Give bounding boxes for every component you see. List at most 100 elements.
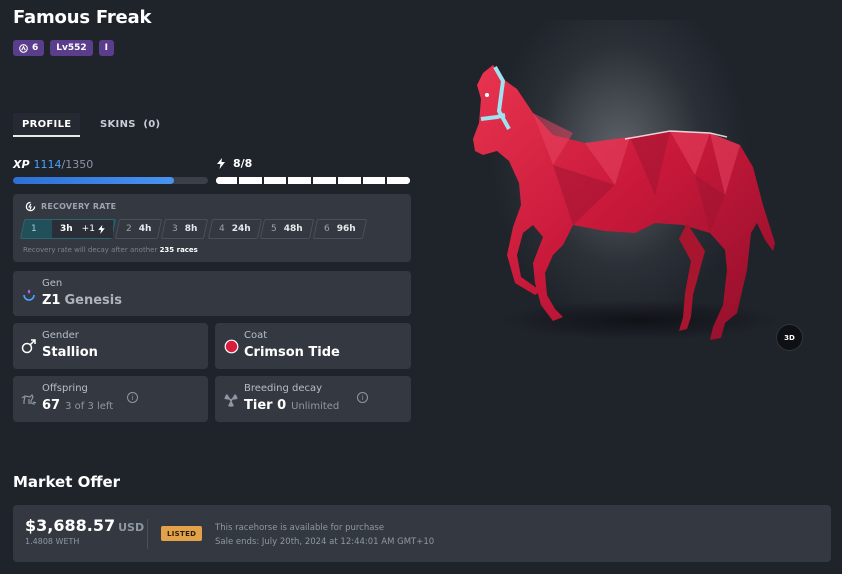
rank-badge: 6 [13,40,45,56]
energy-segment [290,177,313,184]
recovery-level-3[interactable]: 3 8h [160,219,209,239]
xp-title: XP [13,158,30,171]
recovery-note: Recovery rate will decay after another 2… [23,246,198,254]
horse-family-icon [21,392,37,408]
view-3d-button[interactable]: 3D [776,324,803,351]
rank-badge-label: 6 [32,43,39,53]
xp-label: XP 1114/1350 [13,158,93,171]
recovery-note-races: 235 races [159,246,198,254]
radiation-icon [223,392,239,408]
recovery-bonus-value: +1 [81,224,95,234]
listed-badge: LISTED [161,526,203,541]
recovery-rate-title-text: RECOVERY RATE [41,202,117,211]
gen-card: Gen Z1 Genesis [13,271,411,316]
energy-segment [389,177,410,184]
recovery-level-time: 4h [138,224,152,234]
xp-max: /1350 [61,158,94,171]
energy-segment [339,177,363,184]
recovery-level-number: 2 [125,224,132,234]
energy-bar [216,177,410,184]
price-currency: USD [118,521,145,534]
breeding-decay-limit: Unlimited [291,401,340,412]
breeding-decay-label: Breeding decay [244,383,323,394]
recovery-level-time: 48h [283,224,303,234]
recovery-rate-card: RECOVERY RATE 1 3h +1 2 4h 3 8h 4 24h 5 48h … [13,194,411,262]
offspring-value: 67 3 of 3 left [42,398,113,413]
gender-label: Gender [42,330,79,341]
tab-profile[interactable]: PROFILE [13,113,81,137]
breeding-decay-card: Breeding decay Tier 0 Unlimited i [215,376,411,422]
gender-value: Stallion [42,345,98,360]
breeding-decay-value: Tier 0 Unlimited [244,398,339,413]
recovery-levels: 1 3h +1 2 4h 3 8h 4 24h 5 48h 6 96h [19,219,367,239]
tab-skins-label: SKINS [100,119,136,130]
tier-badge: I [98,40,115,56]
gen-value-code: Z1 [42,293,61,308]
price-weth: 1.4808 WETH [25,537,80,546]
recovery-bonus: +1 [81,224,105,234]
breeding-decay-info-icon[interactable]: i [357,392,368,403]
badge-row: 6 Lv552 I [13,40,115,56]
recovery-level-6[interactable]: 6 96h [312,219,367,239]
recovery-level-time: 96h [336,224,356,234]
recovery-level-number: 6 [323,224,330,234]
coat-value: Crimson Tide [244,345,340,360]
tab-skins[interactable]: SKINS (0) [91,113,169,137]
recovery-level-5[interactable]: 5 48h [260,219,314,239]
level-badge: Lv552 [50,40,93,56]
recovery-level-number: 5 [271,224,277,234]
rank-icon [19,43,28,53]
xp-progress-fill [13,177,174,184]
recovery-rate-title: RECOVERY RATE [25,201,116,212]
recovery-level-time: 8h [184,224,198,234]
coat-label: Coat [244,330,268,341]
market-availability: This racehorse is available for purchase [215,523,385,533]
lightning-icon [97,224,105,234]
market-offer-title: Market Offer [13,473,121,491]
recovery-level-2[interactable]: 2 4h [114,219,163,239]
recovery-level-number: 1 [31,224,37,234]
energy-value: 8/8 [233,157,253,170]
gen-value: Z1 Genesis [42,293,122,308]
recovery-level-time: 24h [231,224,251,234]
level-badge-label: Lv552 [56,43,87,53]
recovery-level-time: 3h [59,224,73,234]
recovery-icon [25,201,36,212]
recovery-level-number: 4 [218,224,225,234]
recovery-level-current[interactable]: 1 3h +1 [19,219,116,239]
male-icon [21,338,37,354]
coat-card: Coat Crimson Tide [215,323,411,369]
price: $3,688.57 USD [25,516,144,535]
breeding-decay-tier: Tier 0 [244,398,287,413]
tab-skins-count: (0) [143,119,161,130]
tier-badge-label: I [104,43,109,53]
offspring-label: Offspring [42,383,88,394]
horse-name: Famous Freak [13,7,152,28]
gender-card: Gender Stallion [13,323,208,369]
xp-progress-bar [13,177,208,184]
recovery-note-text: Recovery rate will decay after another [23,246,158,254]
offspring-remaining: 3 of 3 left [65,401,114,412]
offspring-info-icon[interactable]: i [127,392,138,403]
recovery-level-number: 3 [172,224,178,234]
market-offer-card: $3,688.57 USD 1.4808 WETH LISTED This rac… [13,505,831,562]
energy-segment [315,177,338,184]
offspring-card: Offspring 67 3 of 3 left i [13,376,208,422]
market-sale-ends: Sale ends: July 20th, 2024 at 12:44:01 A… [215,537,435,547]
energy-segment [265,177,289,184]
recovery-level-4[interactable]: 4 24h [207,219,262,239]
horse-model-image[interactable] [455,55,795,355]
lightning-icon [217,158,225,169]
energy-segment [216,177,239,184]
gen-icon [21,286,37,302]
divider [147,519,148,549]
energy-segment [364,177,388,184]
price-value: $3,688.57 [25,516,116,535]
xp-current: 1114 [33,158,62,171]
tab-bar: PROFILE SKINS (0) [13,113,173,137]
energy-label: 8/8 [217,157,252,170]
market-message: This racehorse is available for purchase… [215,521,434,549]
gen-label: Gen [42,278,63,289]
offspring-count: 67 [42,398,61,413]
gen-value-name: Genesis [64,293,122,308]
